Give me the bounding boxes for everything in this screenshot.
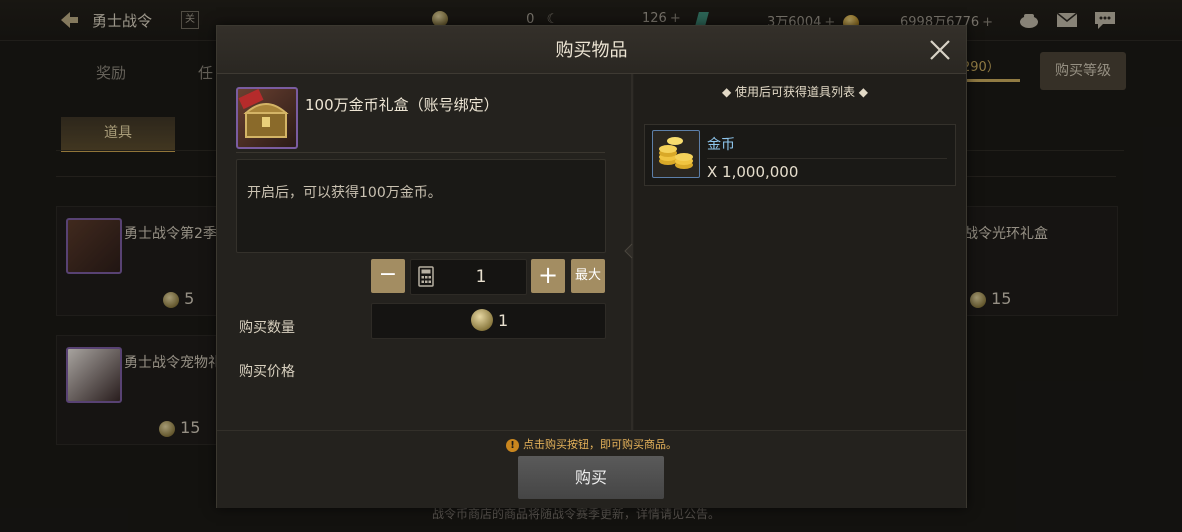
price-value: 1 xyxy=(498,311,509,330)
increase-quantity-button[interactable]: + xyxy=(531,259,565,293)
quantity-value: 1 xyxy=(475,267,487,287)
item-description-box: 开启后，可以获得100万金币。 xyxy=(236,159,606,253)
reward-item: 金币 X 1,000,000 xyxy=(644,124,956,186)
item-name: 100万金币礼盒（账号绑定） xyxy=(305,96,499,114)
price-label: 购买价格 xyxy=(239,364,295,380)
decrease-quantity-button[interactable]: − xyxy=(371,259,405,293)
purchase-hint: ! 点击购买按钮，即可购买商品。 xyxy=(217,436,966,452)
reward-name: 金币 xyxy=(707,137,735,153)
buy-button[interactable]: 购买 xyxy=(518,456,664,499)
treasure-chest-icon xyxy=(236,87,298,149)
quantity-label: 购买数量 xyxy=(239,320,295,336)
divider xyxy=(707,158,947,159)
purchase-dialog: 购买物品 100万金币礼盒（账号绑定） 开启后，可以获得100万金币。 购买数量… xyxy=(216,25,967,508)
item-description: 开启后，可以获得100万金币。 xyxy=(247,185,442,201)
dialog-title: 购买物品 xyxy=(555,40,628,61)
gold-coins-icon xyxy=(652,130,700,178)
max-quantity-button[interactable]: 最大 xyxy=(571,259,605,293)
token-icon xyxy=(471,309,493,331)
dialog-footer: ! 点击购买按钮，即可购买商品。 购买 xyxy=(217,430,966,508)
chevron-left-icon xyxy=(624,243,633,259)
reward-list-pane: ◆ 使用后可获得道具列表 ◆ 金币 X 1,000,000 xyxy=(634,74,966,430)
close-icon[interactable] xyxy=(927,37,953,63)
reward-list-title: ◆ 使用后可获得道具列表 ◆ xyxy=(721,85,869,99)
dialog-header: 购买物品 xyxy=(217,26,966,74)
divider xyxy=(236,152,605,153)
reward-quantity: X 1,000,000 xyxy=(707,163,799,181)
price-display: 1 xyxy=(371,303,606,339)
warning-icon: ! xyxy=(506,438,519,452)
quantity-input[interactable]: 1 xyxy=(410,259,527,295)
item-detail-pane: 100万金币礼盒（账号绑定） 开启后，可以获得100万金币。 购买数量 − 1 … xyxy=(217,74,631,430)
